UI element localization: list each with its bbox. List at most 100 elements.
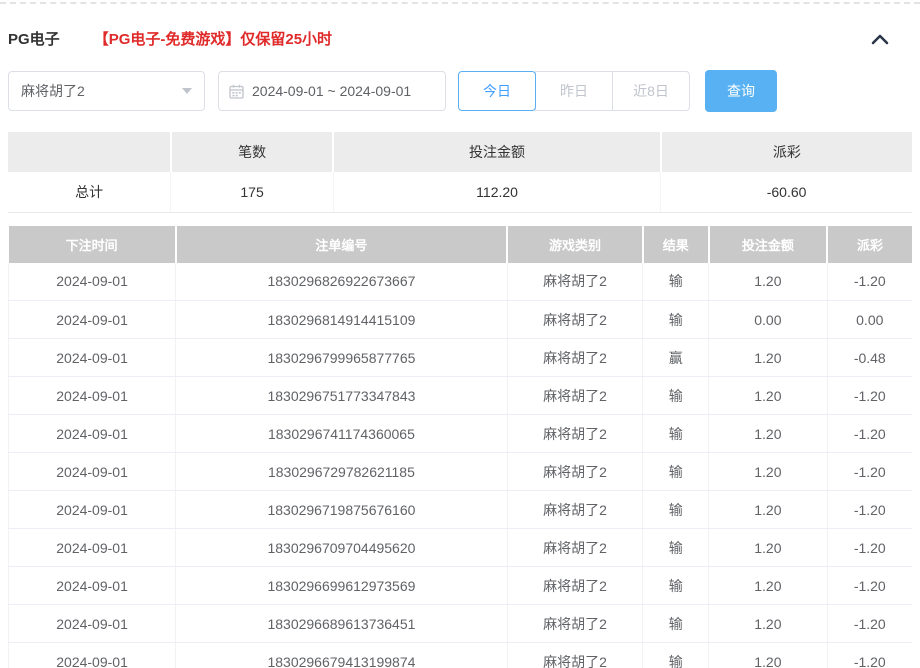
game-type: 麻将胡了2 xyxy=(507,338,644,377)
result: 输 xyxy=(642,642,710,668)
bet-amount: 1.20 xyxy=(708,376,828,415)
summary-total-label: 总计 xyxy=(8,172,172,213)
game-type: 麻将胡了2 xyxy=(507,604,644,643)
table-row: 2024-09-01 1830296751773347843 麻将胡了2 输 1… xyxy=(7,376,912,415)
result: 输 xyxy=(642,490,710,529)
bet-id: 1830296826922673667 xyxy=(175,262,508,301)
bet-id: 1830296679413199874 xyxy=(175,642,508,668)
records-header-row: 下注时间 注单编号 游戏类别 结果 投注金额 派彩 xyxy=(8,225,912,263)
bet-id: 1830296729782621185 xyxy=(175,452,508,491)
collapse-panel-button[interactable] xyxy=(870,32,890,46)
game-type: 麻将胡了2 xyxy=(507,262,644,301)
search-button[interactable]: 查询 xyxy=(705,70,777,112)
bet-id: 1830296741174360065 xyxy=(175,414,508,453)
bet-date: 2024-09-01 xyxy=(7,338,177,377)
summary-header-payout: 派彩 xyxy=(660,132,912,172)
summary-header-row: 笔数 投注金额 派彩 xyxy=(8,132,912,172)
game-select[interactable]: 麻将胡了2 xyxy=(8,71,205,111)
result: 赢 xyxy=(642,338,710,377)
game-select-value: 麻将胡了2 xyxy=(21,83,85,99)
table-row: 2024-09-01 1830296741174360065 麻将胡了2 输 1… xyxy=(7,414,912,453)
result: 输 xyxy=(642,376,710,415)
game-type: 麻将胡了2 xyxy=(507,528,644,567)
date-range-value: 2024-09-01 ~ 2024-09-01 xyxy=(252,83,412,99)
game-type: 麻将胡了2 xyxy=(507,566,644,605)
chevron-up-icon xyxy=(871,34,889,44)
quick-filter-yesterday-button[interactable]: 昨日 xyxy=(535,71,613,111)
table-row: 2024-09-01 1830296709704495620 麻将胡了2 输 1… xyxy=(7,528,912,567)
records-header-payout: 派彩 xyxy=(827,225,912,263)
summary-total-payout: -60.60 xyxy=(660,172,912,213)
bet-amount: 1.20 xyxy=(708,642,828,668)
records-header-game: 游戏类别 xyxy=(507,225,644,263)
quick-filter-today-button[interactable]: 今日 xyxy=(458,71,536,111)
bet-date: 2024-09-01 xyxy=(7,452,177,491)
bet-id: 1830296689613736451 xyxy=(175,604,508,643)
betting-records-panel: PG电子 【PG电子-免费游戏】仅保留25小时 麻将胡了2 2024-09-01… xyxy=(0,0,920,668)
bet-date: 2024-09-01 xyxy=(7,300,177,339)
panel-title: PG电子 xyxy=(8,31,60,48)
payout: -1.20 xyxy=(827,490,912,529)
payout: -1.20 xyxy=(827,376,912,415)
summary-table: 笔数 投注金额 派彩 总计 175 112.20 -60.60 xyxy=(8,132,912,213)
bet-amount: 1.20 xyxy=(708,490,828,529)
table-row: 2024-09-01 1830296699612973569 麻将胡了2 输 1… xyxy=(7,566,912,605)
bet-id: 1830296709704495620 xyxy=(175,528,508,567)
records-header-result: 结果 xyxy=(642,225,710,263)
payout: -1.20 xyxy=(827,528,912,567)
payout: -1.20 xyxy=(827,452,912,491)
panel-header: PG电子 【PG电子-免费游戏】仅保留25小时 xyxy=(8,28,912,49)
game-type: 麻将胡了2 xyxy=(507,376,644,415)
records-table: 下注时间 注单编号 游戏类别 结果 投注金额 派彩 2024-09-01 183… xyxy=(7,225,912,668)
payout: -1.20 xyxy=(827,414,912,453)
bet-date: 2024-09-01 xyxy=(7,604,177,643)
bet-id: 1830296699612973569 xyxy=(175,566,508,605)
bet-amount: 1.20 xyxy=(708,566,828,605)
table-row: 2024-09-01 1830296814914415109 麻将胡了2 输 0… xyxy=(7,300,912,339)
summary-header-count: 笔数 xyxy=(170,132,335,172)
bet-date: 2024-09-01 xyxy=(7,262,177,301)
bet-amount: 0.00 xyxy=(708,300,828,339)
game-type: 麻将胡了2 xyxy=(507,490,644,529)
bet-date: 2024-09-01 xyxy=(7,566,177,605)
bet-amount: 1.20 xyxy=(708,528,828,567)
result: 输 xyxy=(642,452,710,491)
table-row: 2024-09-01 1830296799965877765 麻将胡了2 赢 1… xyxy=(7,338,912,377)
bet-amount: 1.20 xyxy=(708,414,828,453)
payout: -1.20 xyxy=(827,604,912,643)
summary-header-bet-amount: 投注金额 xyxy=(333,132,662,172)
result: 输 xyxy=(642,566,710,605)
records-header-time: 下注时间 xyxy=(8,225,177,263)
bet-date: 2024-09-01 xyxy=(7,642,177,668)
bet-date: 2024-09-01 xyxy=(7,376,177,415)
quick-date-button-group: 今日 昨日 近8日 xyxy=(458,71,690,111)
summary-total-count: 175 xyxy=(170,172,334,213)
bet-id: 1830296814914415109 xyxy=(175,300,508,339)
quick-filter-last8days-button[interactable]: 近8日 xyxy=(612,71,690,111)
summary-total-row: 总计 175 112.20 -60.60 xyxy=(8,172,912,213)
bet-amount: 1.20 xyxy=(708,452,828,491)
table-row: 2024-09-01 1830296689613736451 麻将胡了2 输 1… xyxy=(7,604,912,643)
bet-amount: 1.20 xyxy=(708,262,828,301)
bet-amount: 1.20 xyxy=(708,604,828,643)
result: 输 xyxy=(642,528,710,567)
table-row: 2024-09-01 1830296826922673667 麻将胡了2 输 1… xyxy=(7,262,912,301)
bet-amount: 1.20 xyxy=(708,338,828,377)
game-type: 麻将胡了2 xyxy=(507,452,644,491)
date-range-input[interactable]: 2024-09-01 ~ 2024-09-01 xyxy=(218,71,446,111)
table-row: 2024-09-01 1830296679413199874 麻将胡了2 输 1… xyxy=(7,642,912,668)
bet-id: 1830296799965877765 xyxy=(175,338,508,377)
payout: -1.20 xyxy=(827,262,912,301)
records-header-amount: 投注金额 xyxy=(708,225,829,263)
payout: -1.20 xyxy=(827,642,912,668)
result: 输 xyxy=(642,262,710,301)
bet-id: 1830296751773347843 xyxy=(175,376,508,415)
records-header-bet-id: 注单编号 xyxy=(175,225,509,263)
bet-date: 2024-09-01 xyxy=(7,528,177,567)
bet-date: 2024-09-01 xyxy=(7,414,177,453)
promo-notice: 【PG电子-免费游戏】仅保留25小时 xyxy=(93,31,333,48)
summary-header-blank xyxy=(8,132,172,172)
result: 输 xyxy=(642,414,710,453)
game-type: 麻将胡了2 xyxy=(507,300,644,339)
result: 输 xyxy=(642,300,710,339)
